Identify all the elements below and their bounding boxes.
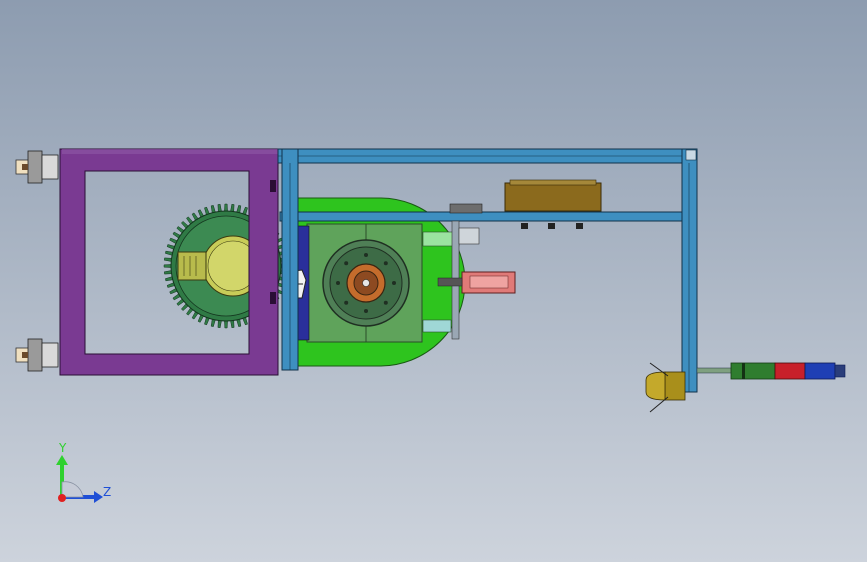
disc-bolt (364, 309, 368, 313)
assembly-view[interactable] (0, 0, 867, 562)
disc-bolt (364, 253, 368, 257)
disc-bolt (344, 300, 349, 305)
disc-bolt (383, 300, 388, 305)
cad-viewport[interactable]: Y Z (0, 0, 867, 562)
disc-bolt (392, 281, 396, 285)
disc-bolt (383, 261, 388, 266)
disc-bolt (344, 261, 349, 266)
turntable-disc[interactable] (322, 239, 410, 327)
disc-bolt (336, 281, 340, 285)
triad-y-label: Y (59, 441, 67, 455)
triad-z-label: Z (103, 485, 112, 499)
